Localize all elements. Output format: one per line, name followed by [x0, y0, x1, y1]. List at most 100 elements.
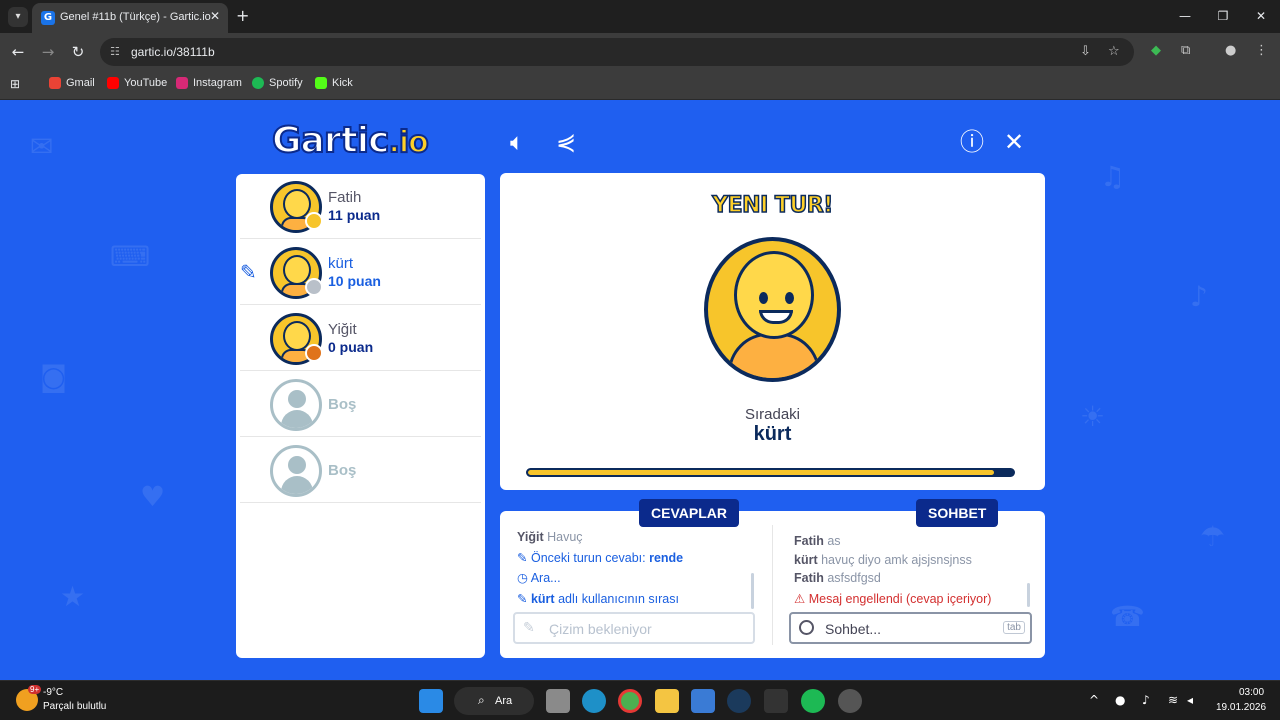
minimize-button[interactable]: — [1166, 0, 1204, 33]
epic-games-icon[interactable] [764, 689, 788, 713]
extension-shield-icon[interactable]: ◆ [1151, 43, 1161, 58]
bookmark-gmail[interactable]: Gmail [49, 77, 95, 89]
previous-answer: rende [649, 551, 684, 565]
spotify-taskbar-icon[interactable] [801, 689, 825, 713]
search-icon: ⌕ [478, 693, 485, 707]
warning-icon: ⚠ [794, 592, 806, 606]
tray-overflow-icon[interactable]: ^ [1089, 693, 1099, 707]
info-icon[interactable]: ⓘ [960, 130, 984, 154]
tray-app-icon[interactable]: ● [1115, 693, 1125, 707]
volume-icon[interactable]: ◂ [1187, 693, 1193, 707]
file-explorer-icon[interactable] [655, 689, 679, 713]
weather-description[interactable]: Parçalı bulutlu [43, 701, 106, 712]
empty-avatar-head [288, 390, 306, 408]
tab-search-button[interactable]: ▾ [8, 7, 28, 27]
doodle-phone-icon: ☎ [1110, 600, 1145, 633]
taskbar-search[interactable]: ⌕ Ara [454, 687, 534, 715]
player-row[interactable]: ✎ kürt 10 puan [240, 240, 481, 305]
chat-panel: CEVAPLAR SOHBET Yiğit Havuç ✎ Önceki tur… [500, 499, 1045, 658]
next-player-avatar [704, 237, 841, 382]
new-tab-button[interactable]: + [236, 6, 249, 25]
browser-tab[interactable]: G Genel #11b (Türkçe) - Gartic.io ✕ [32, 3, 228, 33]
player-row[interactable]: Fatih 11 puan [240, 174, 481, 239]
pencil-icon: ✎ [523, 620, 535, 636]
message-text: Ara... [530, 571, 561, 585]
tab-close-icon[interactable]: ✕ [210, 9, 220, 23]
reload-button[interactable]: ↻ [68, 42, 88, 62]
back-button[interactable]: ← [8, 42, 28, 62]
avatar-body [728, 333, 820, 378]
close-icon[interactable]: ✕ [1004, 130, 1024, 154]
empty-avatar [270, 445, 322, 497]
chat-bubble-icon [799, 620, 814, 635]
player-score: 11 puan [328, 207, 381, 223]
weather-badge: 9+ [28, 685, 42, 694]
answers-scrollbar[interactable] [751, 573, 754, 609]
profile-avatar-icon[interactable]: ● [1225, 43, 1236, 58]
message-text: adlı kullanıcının sırası [554, 592, 679, 606]
maximize-button[interactable]: ❐ [1204, 0, 1242, 33]
close-window-button[interactable]: ✕ [1242, 0, 1280, 33]
youtube-icon [107, 77, 119, 89]
doodle-laptop-icon: ⌨ [110, 240, 151, 273]
bookmark-kick[interactable]: Kick [315, 77, 353, 89]
apps-grid-icon[interactable]: ⊞ [10, 77, 20, 91]
app-icon[interactable] [838, 689, 862, 713]
drawing-pencil-icon: ✎ [240, 260, 257, 284]
message-text: Mesaj engellendi (cevap içeriyor) [808, 592, 992, 606]
chrome-icon[interactable] [618, 689, 642, 713]
doodle-camera-icon: ◙ [40, 360, 68, 393]
steam-icon[interactable] [727, 689, 751, 713]
address-bar[interactable]: ☷ gartic.io/38111b ⇩ ☆ [100, 38, 1134, 66]
wifi-icon[interactable]: ≋ [1168, 693, 1178, 707]
bookmark-label: Gmail [66, 77, 95, 89]
bookmark-youtube[interactable]: YouTube [107, 77, 167, 89]
chat-input[interactable]: Sohbet... tab [789, 612, 1032, 644]
blocked-message: ⚠ Mesaj engellendi (cevap içeriyor) [794, 591, 991, 606]
pencil-icon: ✎ [517, 592, 528, 606]
share-icon[interactable]: ⋞ [556, 130, 576, 154]
avatar-eye [759, 292, 768, 304]
bookmark-spotify[interactable]: Spotify [252, 77, 303, 89]
site-info-icon[interactable]: ☷ [110, 45, 124, 59]
weather-temperature[interactable]: -9°C [43, 687, 63, 698]
install-app-icon[interactable]: ⇩ [1080, 44, 1091, 59]
chat-scrollbar[interactable] [1027, 583, 1030, 607]
task-view-icon[interactable] [546, 689, 570, 713]
sound-icon[interactable]: 🔈︎ [510, 130, 524, 154]
window-controls: — ❐ ✕ [1166, 0, 1280, 33]
menu-kebab-icon[interactable]: ⋮ [1255, 43, 1268, 58]
player-name: Yiğit [328, 321, 357, 338]
bookmark-instagram[interactable]: Instagram [176, 77, 242, 89]
player-row[interactable]: Yiğit 0 puan [240, 306, 481, 371]
chat-tab[interactable]: SOHBET [916, 499, 999, 527]
answers-tab[interactable]: CEVAPLAR [639, 499, 739, 527]
logo-text: Gartic [271, 119, 390, 162]
message-text: havuç diyo amk ajsjsnsjnss [821, 553, 972, 567]
player-score: 10 puan [328, 273, 381, 289]
clock-icon: ◷ [517, 571, 528, 585]
empty-slot-label: Boş [328, 462, 357, 479]
search-label: Ara [495, 695, 513, 707]
microsoft-store-icon[interactable] [691, 689, 715, 713]
tab-title: Genel #11b (Türkçe) - Gartic.io [60, 11, 211, 23]
rank-badge [305, 278, 323, 296]
clock-time[interactable]: 03:00 [1239, 687, 1264, 698]
start-windows-icon[interactable] [419, 689, 443, 713]
answer-input[interactable]: ✎ Çizim bekleniyor [513, 612, 755, 644]
system-message: ✎ Önceki turun cevabı: rende [517, 550, 683, 565]
microphone-icon[interactable]: ♪ [1142, 693, 1150, 707]
system-message: ◷ Ara... [517, 570, 561, 585]
forward-button[interactable]: → [38, 42, 58, 62]
extensions-puzzle-icon[interactable]: ⧉ [1181, 43, 1190, 58]
empty-slot: Boş [240, 438, 481, 503]
message-text: Havuç [547, 530, 583, 544]
chat-message: kürt havuç diyo amk ajsjsnsjnss [794, 553, 972, 567]
url-text[interactable]: gartic.io/38111b [131, 45, 215, 59]
chat-message: Fatih as [794, 534, 841, 548]
clock-date[interactable]: 19.01.2026 [1216, 702, 1266, 713]
bookmark-star-icon[interactable]: ☆ [1108, 44, 1120, 59]
rank-badge [305, 344, 323, 362]
doodle-envelope-icon: ✉ [30, 130, 54, 163]
edge-icon[interactable] [582, 689, 606, 713]
